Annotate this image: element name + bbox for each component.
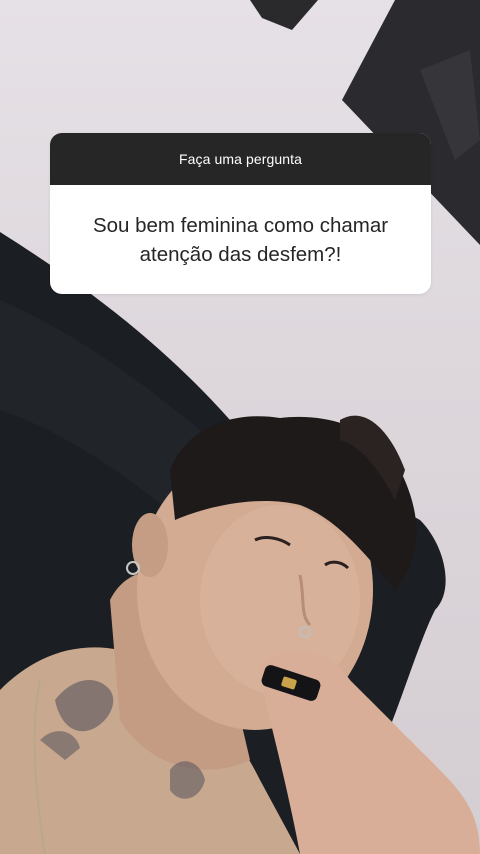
person-ear (132, 513, 168, 577)
question-sticker-body: Sou bem feminina como chamar atenção das… (50, 185, 431, 294)
wall-frame-small (250, 0, 318, 30)
story-background-photo (0, 0, 480, 854)
question-sticker-header: Faça uma pergunta (50, 133, 431, 185)
story-frame: Faça uma pergunta Sou bem feminina como … (0, 0, 480, 854)
question-prompt: Faça uma pergunta (178, 151, 303, 167)
question-answer-text: Sou bem feminina como chamar atenção das… (92, 213, 389, 266)
question-sticker[interactable]: Faça uma pergunta Sou bem feminina como … (50, 133, 431, 294)
